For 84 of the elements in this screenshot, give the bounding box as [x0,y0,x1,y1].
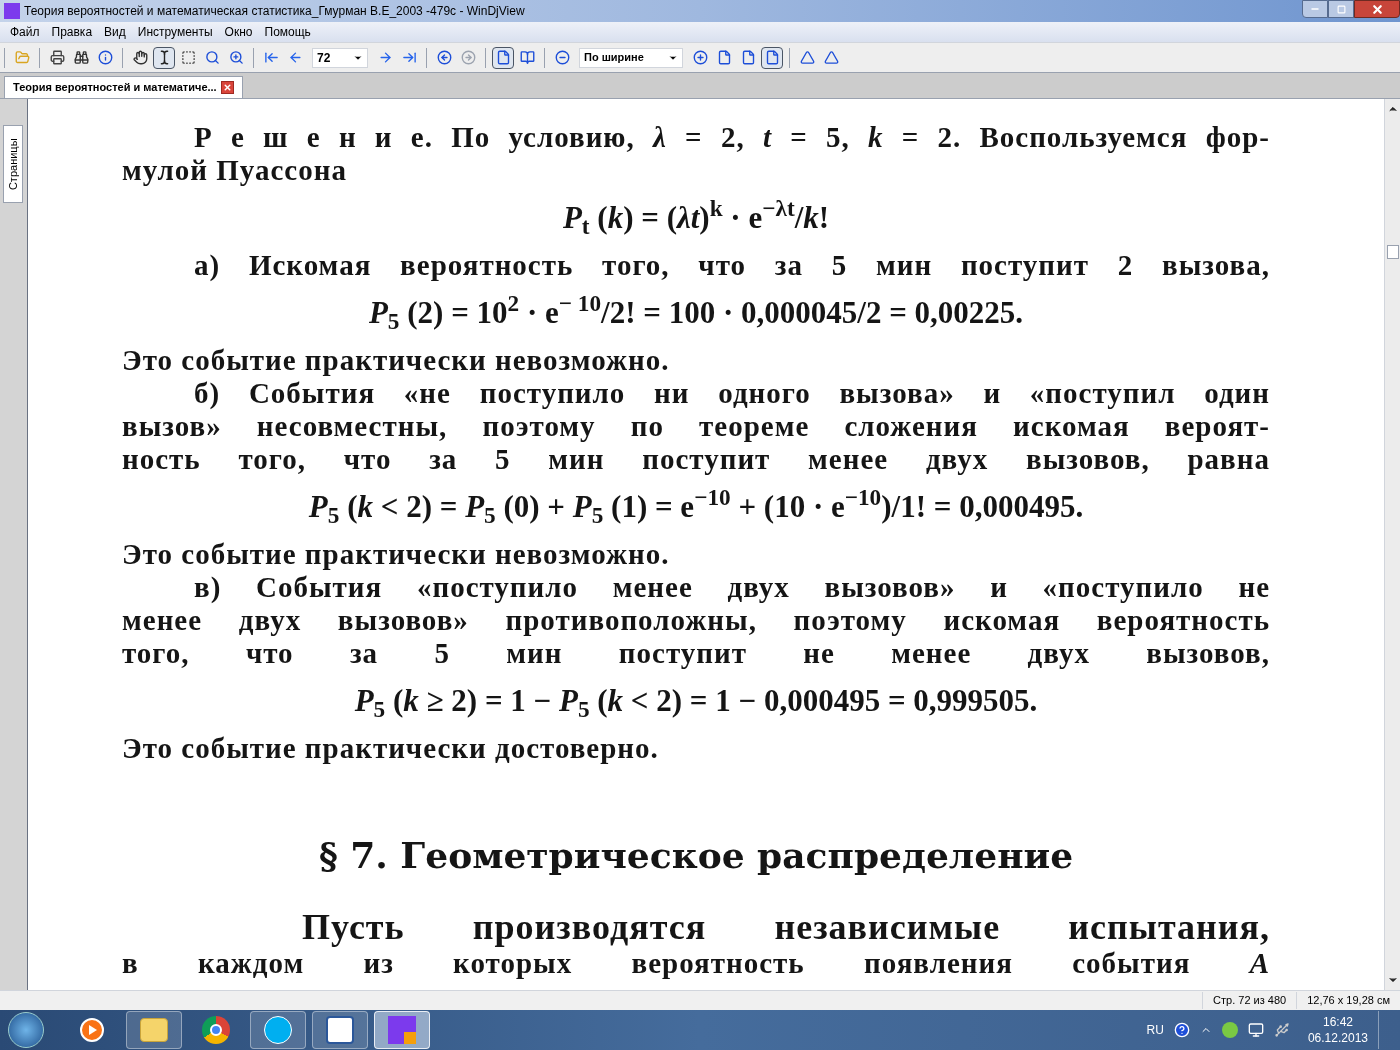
section-heading: § 7. Геометрическое распределение [317,833,1075,877]
text-line: в каждом из которых вероятность появления события A [122,947,1270,980]
menu-item[interactable]: Помощь [258,23,317,41]
info-icon [97,50,113,65]
text-line: Это событие практически невозможно. [122,344,671,377]
document-tab[interactable]: Теория вероятностей и математиче... [4,76,243,98]
text-line: мулой Пуассона [122,154,348,187]
tab-close-button[interactable] [220,81,234,94]
back-icon [436,50,452,65]
zoom-in-icon [692,50,708,65]
taskbar-app-button[interactable] [312,1011,368,1049]
clock-date[interactable]: 06.12.2013 [1307,1030,1368,1046]
close-icon [222,83,232,92]
menu-item[interactable]: Файл [4,23,46,41]
printer-icon [49,50,65,65]
first-page-icon [263,50,279,65]
magnifier-icon [228,50,244,65]
text-line: менее двух вызовов» противоположны, поэтому искомая вероятность [122,604,1270,637]
close-button[interactable] [1354,0,1400,18]
close-icon [1370,2,1384,16]
status-text: 12,76 x 19,28 см [1296,992,1400,1009]
rotate-left-icon [799,50,815,65]
maximize-button[interactable] [1328,0,1354,18]
restore-icon [1336,4,1346,14]
document-app-icon [326,1016,354,1044]
taskbar-app-button[interactable] [250,1011,306,1049]
folder-icon [140,1018,168,1042]
dashed-rectangle-icon [180,50,196,65]
text-line: в) События «поступило менее двух вызовов» и «поступило не [193,571,1270,604]
text-line: а) Искомая вероятность того, что за 5 мин поступит 2 вызова, [193,249,1270,282]
menu-item[interactable]: Вид [98,23,132,41]
rotate-right-icon [823,50,839,65]
magnifier-icon [204,50,220,65]
fit-width-icon [764,50,780,65]
menu-item[interactable]: Правка [45,23,99,41]
page-number-field[interactable]: 72 [312,47,368,68]
menu-item[interactable]: Окно [218,23,259,41]
text-line: того, что за 5 мин поступит не менее двух вызовов, [122,637,1270,670]
status-text: Стр. 72 из 480 [1202,992,1297,1009]
zoom-out-icon [554,50,570,65]
single-page-button[interactable] [492,46,514,69]
folder-icon [14,50,30,65]
text-line: Это событие практически достоверно. [122,732,660,765]
text-line: Пусть производятся независимые испытания, [301,907,1270,947]
formula: P$_{5}$ (k < 2) = P$_{5}$ (0) + P$_{5}$ (1) = e$^{−10}$ + (10 · e$^{−10}$)/1! = 0,000495. [307,485,1085,529]
viewer-app-icon [388,1016,416,1044]
minimize-button[interactable] [1302,0,1328,18]
hand-icon [132,50,148,65]
fit-page-icon [740,50,756,65]
app-icon [4,3,20,19]
browser-icon [202,1016,230,1044]
scrollbar[interactable] [1384,99,1400,990]
zoom-dropdown[interactable]: По ширине [579,47,683,68]
scroll-thumb[interactable] [1386,245,1399,259]
menu-item[interactable]: Инструменты [131,23,219,41]
tray-status-icon[interactable] [1221,1022,1238,1038]
text-cursor-button[interactable] [153,46,175,69]
fit-height-icon [716,50,732,65]
binoculars-icon [73,50,89,65]
arrow-right-icon [377,50,393,65]
fit-width-button[interactable] [761,46,783,69]
taskbar-app-button[interactable] [374,1011,430,1049]
single-page-icon [495,50,511,65]
text-line: ность того, что за 5 мин поступит менее двух вызовов, равна [122,443,1270,476]
text-line: Это событие практически невозможно. [122,538,671,571]
text-line: вызов» несовместны, поэтому по теореме сложения искомая вероят- [122,410,1270,443]
language-indicator[interactable]: RU [1146,1021,1164,1039]
formula: P$_{5}$ (2) = 10$^{2}$ · e$^{− 10}$/2! = 100 · 0,000045/2 = 0,00225. [367,291,1025,335]
network-icon[interactable] [1247,1022,1264,1038]
help-icon[interactable] [1173,1022,1190,1038]
usb-icon[interactable] [1273,1022,1290,1038]
taskbar-app-button[interactable] [126,1011,182,1049]
last-page-icon [401,50,417,65]
text-line: Р е ш е н и е. По условию, λ = 2, t = 5, k = 2. Воспользуемся фор- [193,121,1270,154]
formula: P$_{t}$ (k) = (λt)$^{k}$ · e$^{−λt}$/k! [561,196,831,240]
window-title: Теория вероятностей и математическая статистика_Гмурман В.Е_2003 -479с - WinDjView [24,3,525,20]
start-button[interactable] [8,1012,44,1048]
chat-app-icon [264,1016,292,1044]
formula: P$_{5}$ (k ≥ 2) = 1 − P$_{5}$ (k < 2) = 1 − 0,000495 = 0,999505. [353,682,1039,723]
text-line: б) События «не поступило ни одного вызова» и «поступил один [193,377,1270,410]
clock-time[interactable]: 16:42 [1322,1014,1353,1030]
two-pages-icon [519,50,535,65]
media-player-icon [80,1018,104,1042]
pages-panel-tab[interactable]: Страницы [3,125,23,203]
